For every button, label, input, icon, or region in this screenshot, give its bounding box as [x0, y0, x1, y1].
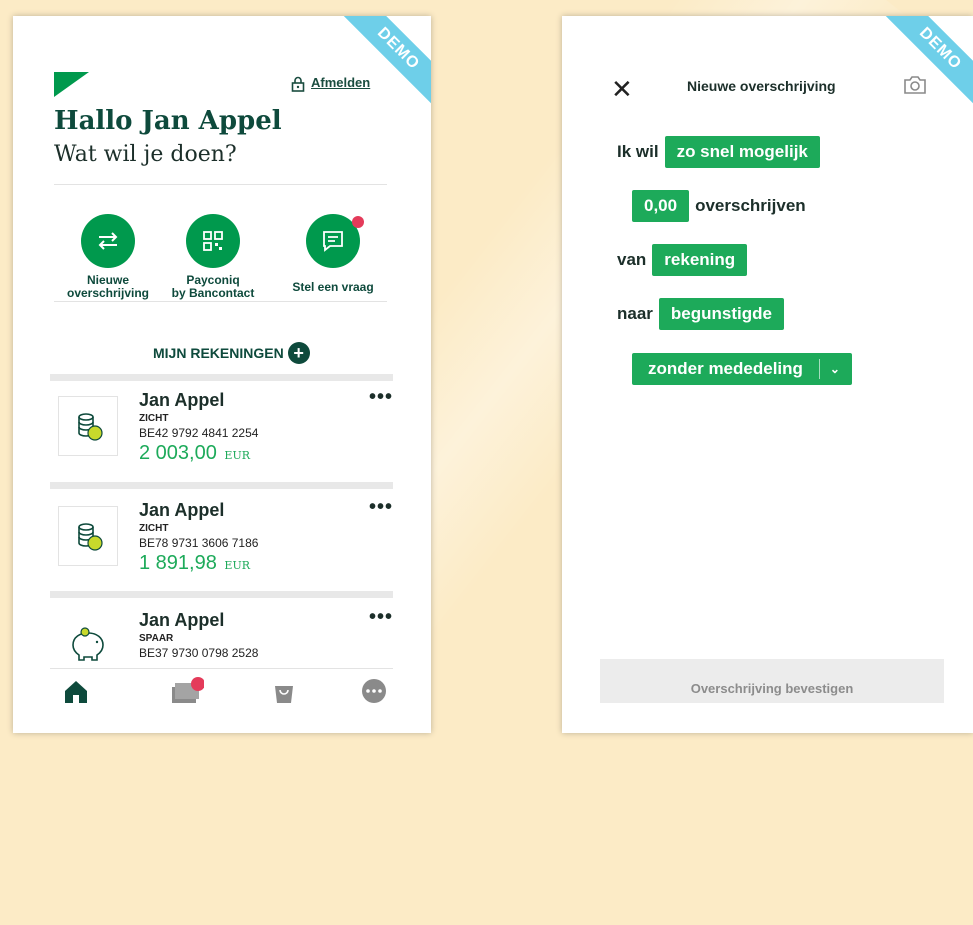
demo-ribbon: DEMO [334, 16, 431, 113]
more-options-icon[interactable]: ••• [369, 496, 393, 519]
beneficiary-chip[interactable]: begunstigde [658, 298, 784, 330]
more-options-icon[interactable]: ••• [369, 606, 393, 629]
account-card[interactable]: Jan Appel ZICHT BE42 9792 4841 2254 2 00… [50, 382, 393, 486]
home-icon[interactable] [62, 677, 94, 709]
account-iban: BE78 9731 3606 7186 [139, 536, 259, 550]
line-prefix: naar [617, 304, 653, 323]
transfer-line-from: van rekening [617, 244, 748, 276]
account-separator [50, 482, 393, 489]
divider [54, 184, 387, 185]
cards-icon[interactable] [170, 677, 205, 709]
add-account-icon[interactable]: + [287, 342, 310, 364]
notification-dot [352, 216, 364, 228]
demo-ribbon: DEMO [876, 16, 973, 113]
account-type: ZICHT [139, 523, 169, 534]
coins-icon [58, 506, 118, 566]
account-balance: 2 003,00 EUR [139, 442, 250, 465]
accounts-section-title[interactable]: MIJN REKENINGEN + [153, 342, 310, 364]
balance-amount: 2 003,00 [139, 442, 217, 464]
balance-amount: 1 891,98 [139, 552, 217, 574]
divider [54, 301, 387, 302]
quick-action-transfer[interactable]: Nieuwe overschrijving [53, 214, 163, 300]
piggy-bank-icon [58, 616, 116, 674]
line-prefix: van [617, 250, 647, 269]
transfer-arrows-icon [98, 232, 118, 250]
message-select-value: zonder mededeling [648, 359, 803, 378]
logout-label: Afmelden [311, 75, 371, 90]
shopping-bag-icon[interactable] [270, 677, 302, 709]
amount-chip[interactable]: 0,00 [632, 190, 690, 222]
transfer-line-amount: 0,00 overschrijven [632, 190, 806, 222]
accounts-title-label: MIJN REKENINGEN [153, 345, 284, 361]
account-type: SPAAR [139, 633, 174, 644]
message-select[interactable]: zonder mededeling ⌄ [632, 353, 852, 385]
account-separator [50, 374, 393, 381]
brand-flag-logo [54, 72, 89, 97]
chat-icon [323, 231, 343, 252]
bottom-nav [50, 668, 393, 714]
ask-question-button[interactable] [306, 214, 364, 268]
account-type: ZICHT [139, 413, 169, 424]
balance-currency: EUR [224, 449, 251, 462]
quick-action-ask-question[interactable]: Stel een vraag [278, 214, 388, 294]
greeting-title: Hallo Jan Appel [54, 106, 282, 136]
phone-home-screen: DEMO Afmelden Hallo Jan Appel Wat wil je… [13, 16, 431, 733]
logout-link[interactable]: Afmelden [291, 75, 370, 92]
more-options-icon[interactable]: ••• [369, 386, 393, 409]
balance-currency: EUR [224, 559, 251, 572]
close-icon[interactable]: ✕ [611, 74, 633, 105]
quick-label-line2: overschrijving [66, 286, 150, 300]
transfer-button[interactable] [81, 214, 135, 268]
account-card[interactable]: Jan Appel ZICHT BE78 9731 3606 7186 1 89… [50, 492, 393, 596]
chevron-down-icon: ⌄ [829, 362, 840, 376]
screen-title: Nieuwe overschrijving [687, 78, 836, 94]
quick-label-line1: Stel een vraag [292, 280, 374, 294]
line-suffix: overschrijven [695, 196, 806, 215]
transfer-line-to: naar begunstigde [617, 298, 784, 330]
select-separator [818, 359, 820, 379]
account-balance: 1 891,98 EUR [139, 552, 250, 575]
account-iban: BE42 9792 4841 2254 [139, 426, 259, 440]
confirm-transfer-button[interactable]: Overschrijving bevestigen [600, 659, 944, 703]
transfer-line-message: zonder mededeling ⌄ [632, 353, 852, 385]
payconiq-button[interactable] [186, 214, 240, 268]
quick-label-line1: Nieuwe [86, 273, 129, 287]
quick-action-payconiq[interactable]: Payconiq by Bancontact [158, 214, 268, 300]
phone-new-transfer-screen: DEMO ✕ Nieuwe overschrijving Ik wil zo s… [562, 16, 973, 733]
greeting-subtitle: Wat wil je doen? [54, 142, 237, 167]
transfer-line-timing: Ik wil zo snel mogelijk [617, 136, 820, 168]
account-iban: BE37 9730 0798 2528 [139, 646, 259, 660]
from-account-chip[interactable]: rekening [652, 244, 748, 276]
account-holder-name: Jan Appel [139, 390, 225, 410]
account-holder-name: Jan Appel [139, 610, 225, 630]
quick-label-line2: by Bancontact [171, 286, 255, 300]
quick-label-line1: Payconiq [186, 273, 240, 287]
lock-icon [291, 76, 305, 92]
timing-chip[interactable]: zo snel mogelijk [664, 136, 820, 168]
camera-icon[interactable] [902, 74, 928, 96]
account-holder-name: Jan Appel [139, 500, 225, 520]
account-separator [50, 591, 393, 598]
qr-code-icon [203, 231, 223, 251]
coins-icon [58, 396, 118, 456]
more-icon[interactable] [360, 677, 392, 709]
line-prefix: Ik wil [617, 142, 659, 161]
